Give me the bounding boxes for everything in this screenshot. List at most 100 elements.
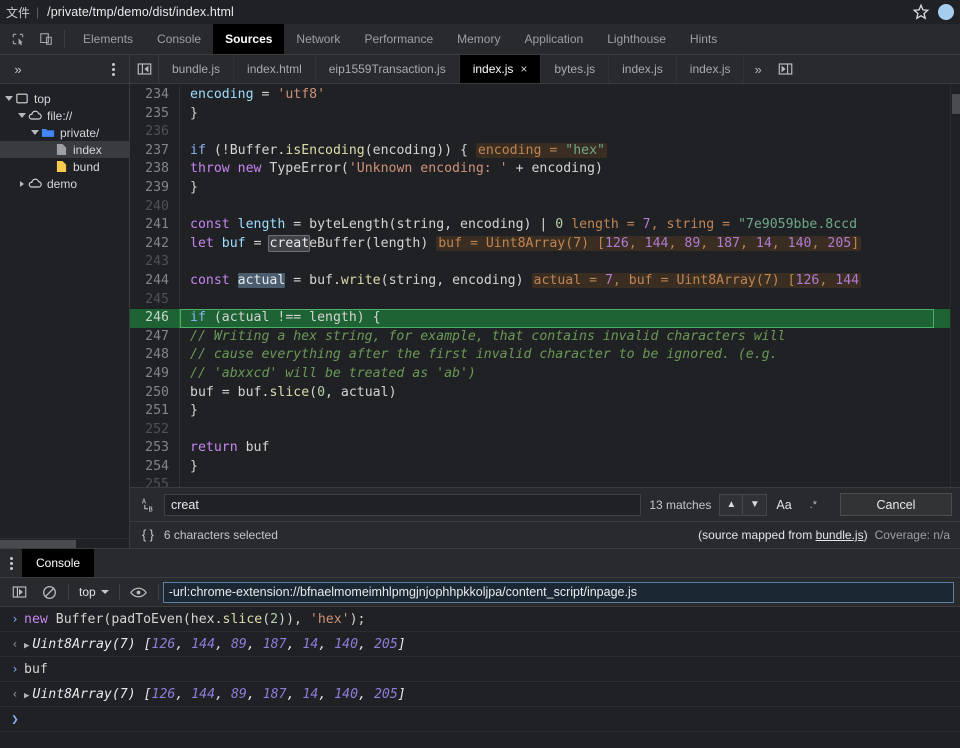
code-line[interactable]: 247 // Writing a hex string, for example… [130, 327, 950, 347]
console-input-row[interactable]: › new Buffer(padToEven(hex.slice(2)), 'he… [0, 607, 960, 632]
match-case-button[interactable]: Aa [767, 494, 800, 516]
tree-item-top[interactable]: top [0, 90, 129, 107]
execution-context-selector[interactable]: top [73, 585, 115, 599]
line-number[interactable]: 255 [130, 476, 180, 487]
code-line[interactable]: 236 [130, 123, 950, 142]
line-source[interactable] [180, 476, 198, 487]
tab-nav-left-icon[interactable] [130, 55, 158, 83]
pretty-print-icon[interactable]: { } [136, 528, 164, 542]
code-lines[interactable]: 234 encoding = 'utf8' 235 } 236 237 if (!B… [130, 84, 950, 487]
console-message-text[interactable] [24, 712, 32, 727]
console-prompt-row[interactable]: ❯ [0, 707, 960, 732]
line-number[interactable]: 235 [130, 104, 180, 124]
console-sidebar-icon[interactable] [4, 580, 34, 604]
device-toolbar-icon[interactable] [32, 24, 60, 54]
line-number[interactable]: 239 [130, 178, 180, 198]
twisty-open-icon[interactable] [17, 113, 27, 118]
inspect-element-icon[interactable] [4, 24, 32, 54]
line-number[interactable]: 242 [130, 234, 180, 254]
tab-application[interactable]: Application [512, 24, 595, 54]
console-filter-input[interactable] [162, 581, 954, 603]
line-source[interactable]: } [180, 458, 198, 477]
line-source[interactable]: const actual = buf.write(string, encodin… [180, 272, 862, 291]
twisty-closed-icon[interactable] [17, 180, 27, 187]
code-line[interactable]: 238 throw new TypeError('Unknown encodin… [130, 160, 950, 179]
line-number[interactable]: 240 [130, 197, 180, 217]
more-tabs-icon[interactable]: » [744, 55, 771, 83]
drawer-more-options-icon[interactable] [0, 549, 22, 577]
line-source[interactable]: if (!Buffer.isEncoding(encoding)) { enco… [180, 142, 607, 161]
cancel-button[interactable]: Cancel [840, 493, 952, 516]
tab-lighthouse[interactable]: Lighthouse [595, 24, 678, 54]
line-source[interactable]: let buf = createBuffer(length) buf = Uin… [180, 234, 862, 254]
line-number[interactable]: 252 [130, 420, 180, 440]
tab-network[interactable]: Network [284, 24, 352, 54]
line-number[interactable]: 250 [130, 383, 180, 403]
line-number[interactable]: 246 [130, 309, 180, 328]
line-source[interactable] [180, 421, 198, 440]
file-tab-index-js-active[interactable]: index.js × [459, 55, 542, 83]
code-line[interactable]: 237 if (!Buffer.isEncoding(encoding)) { … [130, 141, 950, 161]
drawer-tab-console[interactable]: Console [22, 549, 95, 577]
line-number[interactable]: 237 [130, 141, 180, 161]
file-tab-index-html[interactable]: index.html [234, 55, 316, 83]
line-source[interactable]: // Writing a hex string, for example, th… [180, 328, 785, 347]
tab-sources[interactable]: Sources [213, 24, 285, 54]
line-source[interactable] [180, 198, 198, 217]
tab-hints[interactable]: Hints [678, 24, 729, 54]
line-source[interactable] [180, 253, 198, 272]
line-number[interactable]: 251 [130, 402, 180, 421]
twisty-open-icon[interactable] [30, 130, 40, 135]
line-source[interactable]: } [180, 402, 198, 421]
more-options-icon[interactable] [101, 57, 125, 81]
line-number[interactable]: 248 [130, 346, 180, 365]
star-icon[interactable] [912, 3, 930, 21]
line-source[interactable]: buf = buf.slice(0, actual) [180, 384, 397, 403]
tab-performance[interactable]: Performance [352, 24, 445, 54]
code-line[interactable]: 251 } [130, 402, 950, 421]
code-line[interactable]: 239 } [130, 178, 950, 198]
line-source[interactable] [180, 123, 198, 142]
line-source[interactable]: } [180, 105, 198, 124]
sidebar-horizontal-scrollbar[interactable] [0, 538, 129, 548]
tree-item-file-protocol[interactable]: file:// [0, 107, 129, 124]
line-source[interactable] [180, 291, 198, 310]
console-input-row[interactable]: › buf [0, 657, 960, 682]
twisty-open-icon[interactable] [4, 96, 14, 101]
line-source[interactable]: if (actual !== length) { [180, 309, 381, 328]
line-source[interactable]: } [180, 179, 198, 198]
line-source[interactable]: // cause everything after the first inva… [180, 346, 778, 365]
line-source[interactable]: // 'abxxcd' will be treated as 'ab') [180, 365, 476, 384]
console-messages[interactable]: › new Buffer(padToEven(hex.slice(2)), 'he… [0, 607, 960, 748]
tree-item-index-file[interactable]: index [0, 141, 129, 158]
line-source[interactable]: return buf [180, 439, 269, 458]
line-source[interactable]: encoding = 'utf8' [180, 86, 325, 105]
tab-nav-right-icon[interactable] [772, 55, 800, 83]
code-line[interactable]: 254} [130, 457, 950, 477]
file-tab-index-js-3[interactable]: index.js [677, 55, 745, 83]
close-icon[interactable]: × [520, 63, 527, 75]
code-line[interactable]: 255 [130, 476, 950, 487]
tree-item-bundle-file[interactable]: bund [0, 158, 129, 175]
editor-vertical-scrollbar[interactable] [950, 84, 960, 487]
line-number[interactable]: 249 [130, 364, 180, 384]
code-line[interactable]: 252 [130, 420, 950, 440]
line-number[interactable]: 243 [130, 253, 180, 272]
console-output-row[interactable]: ‹ ▶ Uint8Array(7) [126, 144, 89, 187, 14, … [0, 682, 960, 707]
line-number[interactable]: 254 [130, 457, 180, 477]
chevron-down-icon[interactable]: ▼ [743, 493, 768, 516]
line-number[interactable]: 241 [130, 216, 180, 235]
code-line[interactable]: 241 const length = byteLength(string, en… [130, 216, 950, 235]
code-line[interactable]: 245 [130, 290, 950, 310]
code-line[interactable]: 249 // 'abxxcd' will be treated as 'ab') [130, 364, 950, 384]
tree-item-demo[interactable]: demo [0, 175, 129, 192]
scrollbar-thumb[interactable] [0, 540, 76, 548]
code-line[interactable]: 246 if (actual !== length) { [130, 309, 950, 328]
line-number[interactable]: 247 [130, 327, 180, 347]
code-editor[interactable]: 234 encoding = 'utf8' 235 } 236 237 if (!B… [130, 84, 960, 487]
code-line[interactable]: 235 } [130, 104, 950, 124]
file-menu-label[interactable]: 文件 [6, 4, 36, 21]
line-number[interactable]: 238 [130, 160, 180, 179]
code-line[interactable]: 240 [130, 197, 950, 217]
replace-ab-icon[interactable]: A B [134, 496, 164, 513]
